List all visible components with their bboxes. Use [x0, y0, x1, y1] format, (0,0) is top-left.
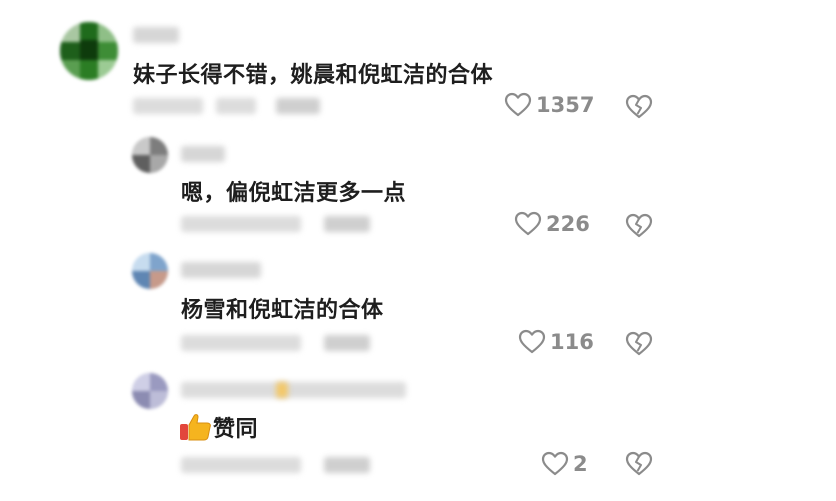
dislike-button[interactable]	[625, 451, 653, 481]
broken-heart-icon	[625, 213, 653, 243]
heart-outline-icon	[514, 211, 542, 237]
comment-item: 妹子长得不错，姚晨和倪虹洁的合体 1357	[0, 0, 836, 125]
comment-meta	[216, 98, 256, 114]
like-count: 116	[550, 330, 594, 354]
thumbs-up-icon	[179, 412, 213, 448]
like-button[interactable]: 116	[518, 329, 594, 355]
comment-meta	[181, 216, 301, 232]
heart-outline-icon	[504, 92, 532, 118]
avatar[interactable]	[132, 253, 168, 289]
comment-text: 杨雪和倪虹洁的合体	[181, 298, 384, 323]
avatar[interactable]	[132, 137, 168, 173]
reply-item: 嗯，偏倪虹洁更多一点 226	[0, 125, 836, 245]
dislike-button[interactable]	[625, 94, 653, 124]
avatar[interactable]	[60, 22, 118, 80]
username[interactable]	[181, 262, 261, 278]
reply-button[interactable]	[324, 457, 370, 473]
username[interactable]	[181, 146, 225, 162]
comment-text: 妹子长得不错，姚晨和倪虹洁的合体	[133, 63, 494, 88]
comment-text: 赞同	[179, 411, 258, 448]
broken-heart-icon	[625, 451, 653, 481]
heart-outline-icon	[518, 329, 546, 355]
like-button[interactable]: 1357	[504, 92, 594, 118]
reply-button[interactable]	[276, 98, 320, 114]
username[interactable]	[133, 27, 179, 43]
comment-text-value: 赞同	[213, 417, 259, 442]
comment-meta	[181, 457, 301, 473]
dislike-button[interactable]	[625, 213, 653, 243]
reply-button[interactable]	[324, 335, 370, 351]
avatar[interactable]	[132, 373, 168, 409]
like-count: 226	[546, 212, 590, 236]
username[interactable]	[181, 382, 406, 398]
broken-heart-icon	[625, 94, 653, 124]
reply-item: 杨雪和倪虹洁的合体 116	[0, 245, 836, 365]
comment-meta	[133, 98, 203, 114]
like-count: 1357	[536, 93, 595, 117]
broken-heart-icon	[625, 331, 653, 361]
reply-button[interactable]	[324, 216, 370, 232]
comment-meta	[181, 335, 301, 351]
username-badge	[276, 382, 288, 398]
like-button[interactable]: 2	[541, 451, 588, 477]
like-button[interactable]: 226	[514, 211, 590, 237]
reply-item: 赞同 2	[0, 365, 836, 501]
dislike-button[interactable]	[625, 331, 653, 361]
comment-text: 嗯，偏倪虹洁更多一点	[181, 181, 407, 206]
like-count: 2	[573, 452, 588, 476]
heart-outline-icon	[541, 451, 569, 477]
